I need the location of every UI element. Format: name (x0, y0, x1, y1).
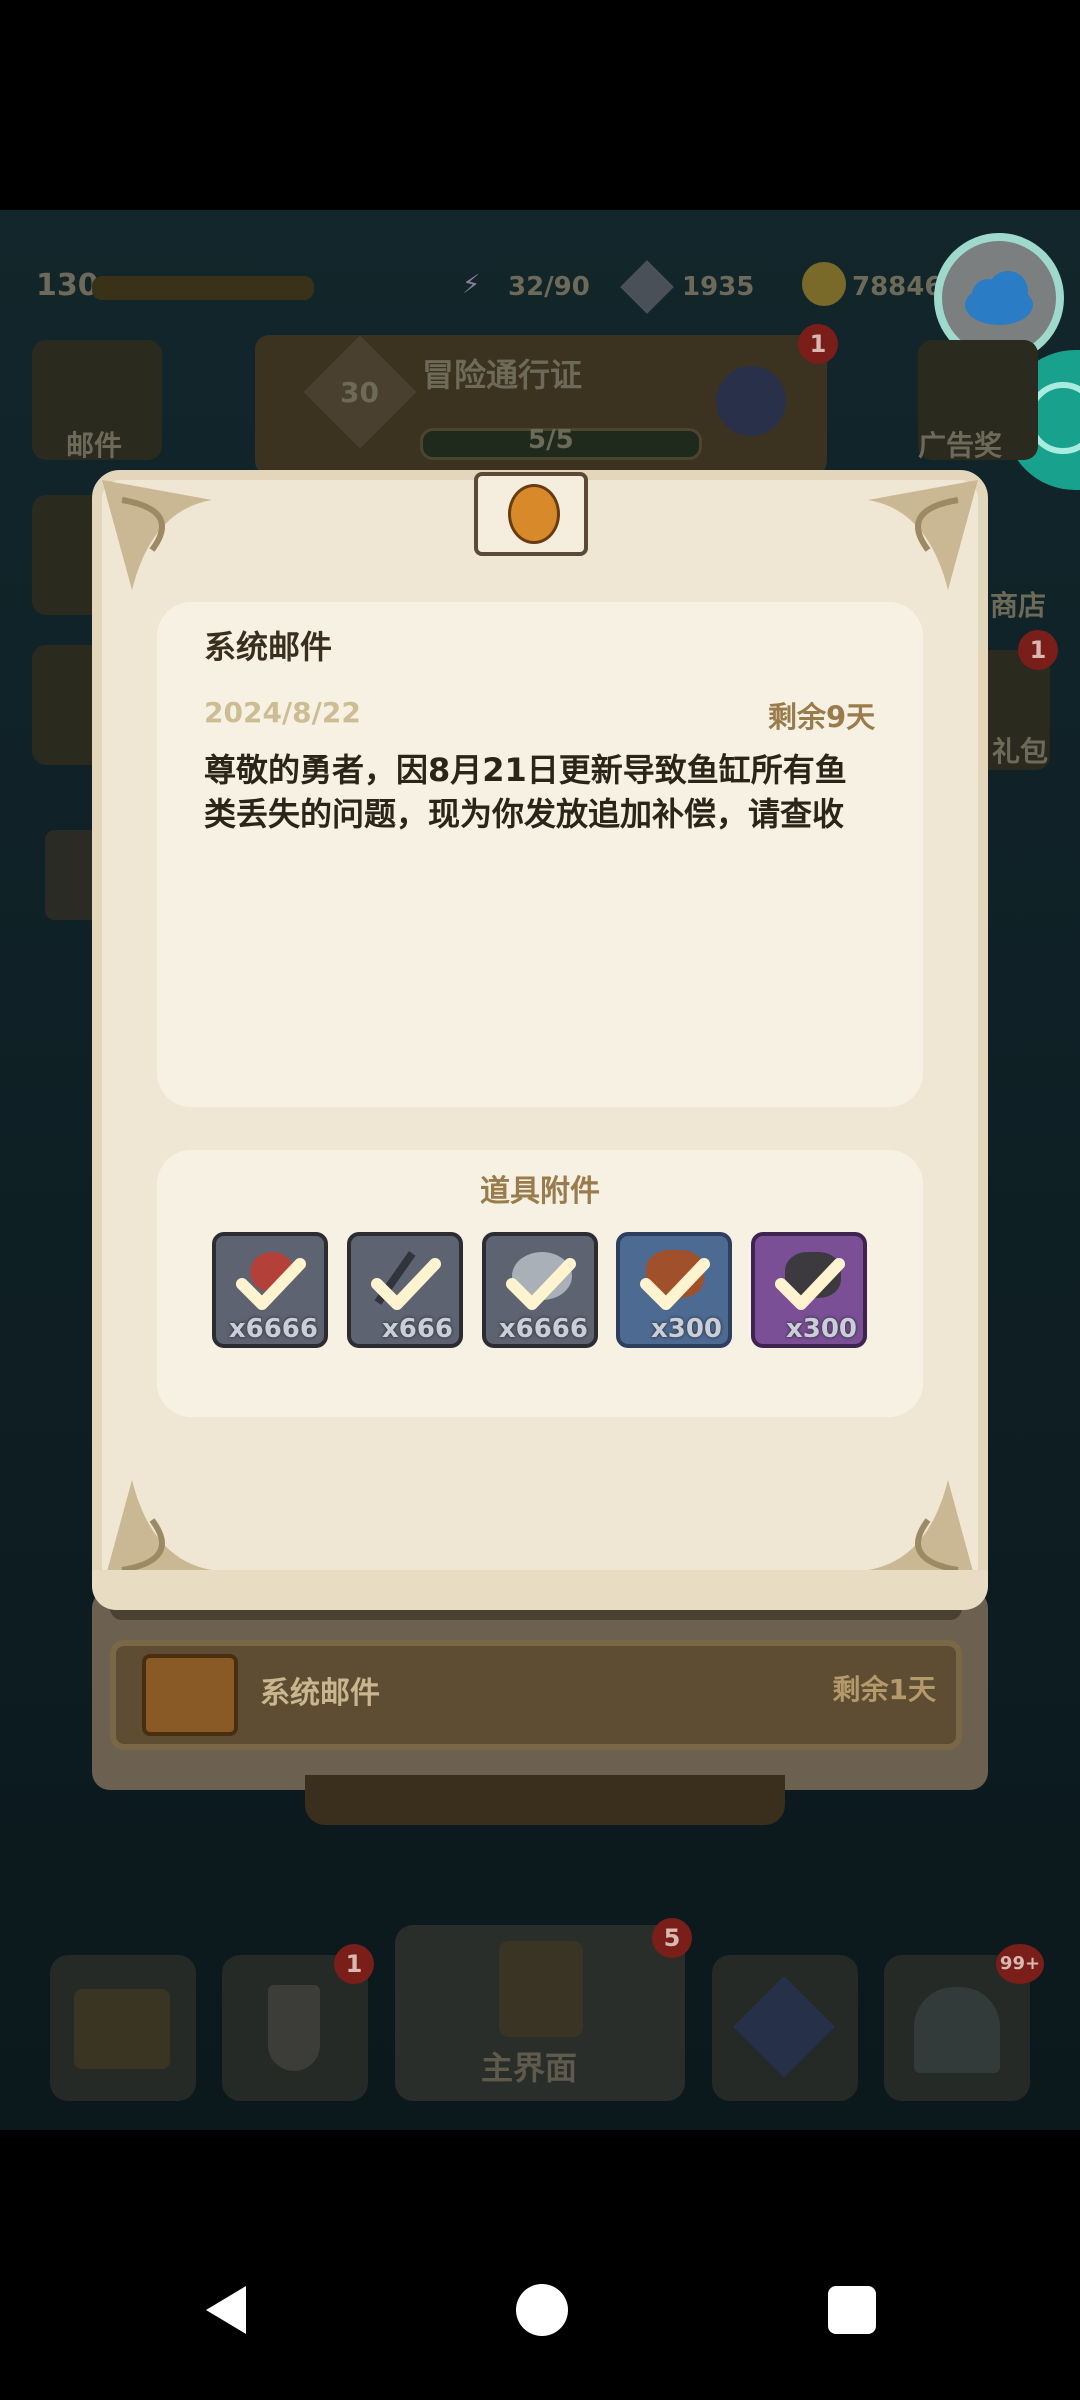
wax-seal-icon (508, 484, 560, 544)
coin-value: 78846 (852, 272, 943, 302)
hall-icon (914, 1987, 1000, 2073)
nav-hall-badge: 99+ (996, 1944, 1044, 1984)
shop-label: 商店 (990, 589, 1047, 622)
cloud-icon (965, 271, 1033, 325)
mail-title: 系统邮件 (204, 628, 333, 666)
check-icon (371, 1258, 441, 1310)
back-icon[interactable] (200, 2282, 250, 2338)
nav-home-label: 主界面 (481, 2049, 578, 2087)
ornament-top-right (868, 480, 978, 590)
chest-icon (74, 1989, 170, 2069)
shield-sword-icon (268, 1985, 320, 2071)
attachment-item-4[interactable]: x300 (616, 1232, 732, 1348)
pass-reward-icon (716, 366, 786, 436)
mail-message-panel (157, 602, 923, 1107)
collect-all-button[interactable] (305, 1775, 785, 1825)
mail-menu-label: 邮件 (66, 429, 123, 462)
check-icon (775, 1258, 845, 1310)
check-icon (236, 1258, 306, 1310)
armor-icon (499, 1941, 583, 2037)
player-level: 130 (36, 268, 99, 303)
home-icon[interactable] (516, 2284, 568, 2336)
attachment-qty: x300 (650, 1314, 722, 1344)
mail-list-remaining: 剩余1天 (832, 1673, 936, 1706)
mail-body-line1: 尊敬的勇者，因8月21日更新导致鱼缸所有鱼 (204, 751, 847, 789)
nav-home-badge: 5 (652, 1918, 692, 1958)
pass-progress: 5/5 (528, 425, 574, 455)
gem-value: 1935 (682, 272, 755, 302)
energy-icon: ⚡ (462, 270, 481, 300)
mail-list-item[interactable]: 系统邮件 剩余1天 (110, 1640, 962, 1750)
pass-level: 30 (340, 376, 379, 409)
attachment-item-2[interactable]: x666 (347, 1232, 463, 1348)
map-icon (733, 1976, 835, 2078)
attachment-qty: x6666 (228, 1314, 318, 1344)
attachment-qty: x300 (785, 1314, 857, 1344)
xp-bar (92, 276, 314, 300)
attachment-qty: x666 (381, 1314, 453, 1344)
nav-storage-button[interactable] (50, 1955, 196, 2101)
recents-icon[interactable] (828, 2286, 876, 2334)
coin-icon (802, 262, 846, 306)
attachments-title: 道具附件 (480, 1174, 600, 1209)
pass-badge: 1 (798, 324, 838, 364)
nav-map-button[interactable] (712, 1955, 858, 2101)
check-icon (506, 1258, 576, 1310)
nav-home-button[interactable]: 主界面 (395, 1925, 685, 2101)
treasure-chest-icon (142, 1654, 238, 1736)
pass-title: 冒险通行证 (422, 356, 583, 394)
system-nav-bar (0, 2160, 1080, 2400)
mail-body-line2: 类丢失的问题，现为你发放追加补偿，请查收 (204, 795, 845, 833)
mail-date: 2024/8/22 (204, 696, 361, 729)
mail-list-title: 系统邮件 (260, 1676, 380, 1711)
nav-weapon-badge: 1 (334, 1944, 374, 1984)
gift-badge: 1 (1018, 630, 1058, 670)
energy-value: 32/90 (508, 272, 590, 302)
attachment-item-3[interactable]: x6666 (482, 1232, 598, 1348)
ornament-top-left (102, 480, 212, 590)
mail-remaining: 剩余9天 (768, 700, 876, 734)
check-icon (640, 1258, 710, 1310)
gift-label: 礼包 (992, 735, 1049, 768)
attachment-item-5[interactable]: x300 (751, 1232, 867, 1348)
dialog-bottom-edge (92, 1570, 988, 1610)
attachment-qty: x6666 (498, 1314, 588, 1344)
attachment-item-1[interactable]: x6666 (212, 1232, 328, 1348)
ads-reward-label: 广告奖 (918, 429, 1003, 462)
